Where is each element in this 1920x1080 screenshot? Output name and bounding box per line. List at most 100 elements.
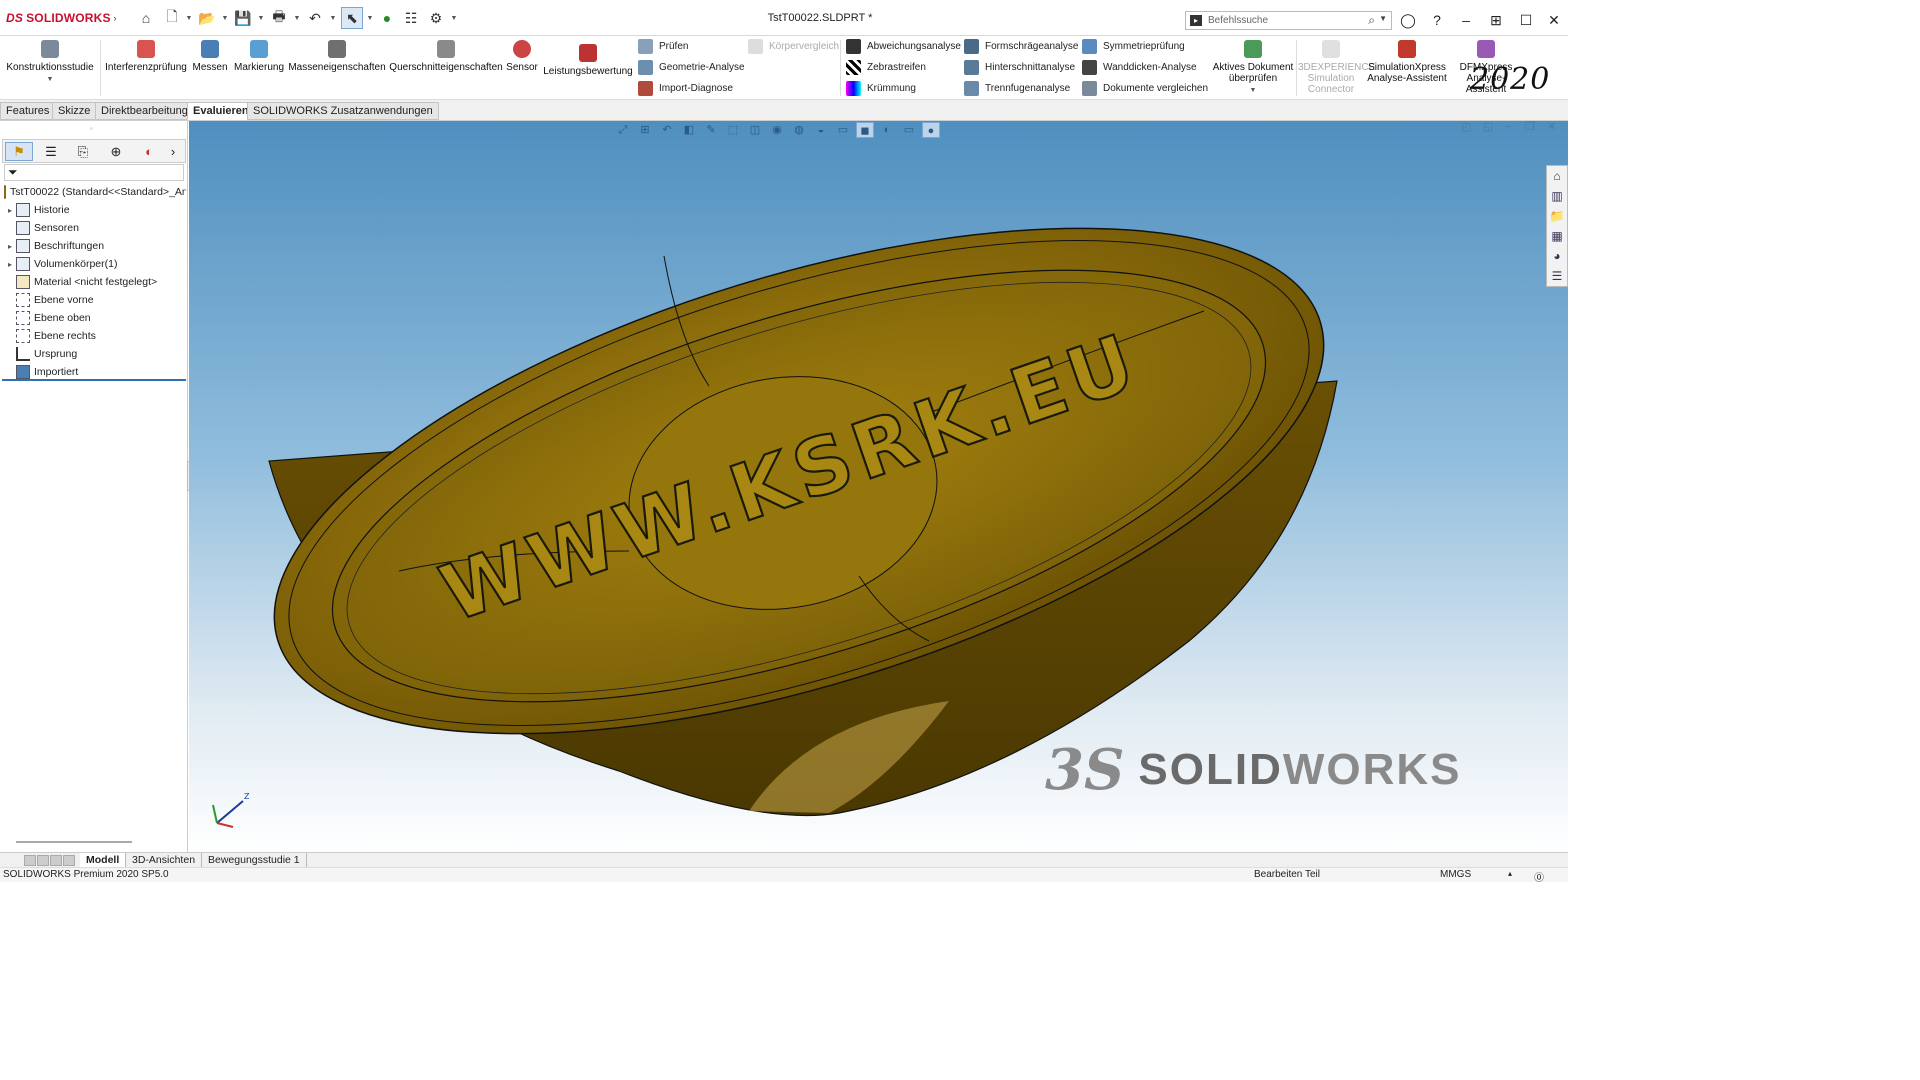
undercut-analysis-button[interactable]: Hinterschnittanalyse [964,58,1075,76]
dropdown-arrow-icon[interactable]: ▴ [1508,869,1512,878]
next-tab-arrow-icon[interactable] [50,855,62,866]
user-account-icon[interactable]: ◯ [1398,10,1418,30]
horizontal-scrollbar[interactable] [16,841,132,843]
open-folder-icon[interactable]: 📂 [198,9,216,27]
tile-windows-icon[interactable]: ⊞ [1486,10,1506,30]
tree-root-part[interactable]: TstT00022 (Standard<<Standard>_An [4,183,186,201]
tab-features[interactable]: Features [0,102,56,120]
interference-check-button[interactable]: Interferenzprüfung [104,40,188,73]
print-icon[interactable]: 🖶 [270,8,288,27]
dropdown-arrow-icon[interactable]: ▼ [329,9,337,27]
check-active-document-button[interactable]: Aktives Dokument überprüfen ▼ [1210,40,1296,96]
chevron-right-icon[interactable]: › [106,9,124,27]
dropdown-arrow-icon[interactable]: ▼ [293,9,301,27]
rollback-bar[interactable] [2,379,186,381]
dropdown-arrow-icon[interactable]: ▼ [221,9,229,27]
tab-3d-views[interactable]: 3D-Ansichten [126,853,203,868]
file-properties-icon[interactable]: ☷ [402,9,420,27]
chevron-right-icon[interactable]: › [163,142,183,161]
compare-documents-button[interactable]: Dokumente vergleichen [1082,79,1208,97]
tree-item-front-plane[interactable]: Ebene vorne [4,291,186,309]
new-document-icon[interactable]: 🗋 [163,8,181,27]
thickness-analysis-button[interactable]: Wanddicken-Analyse [1082,58,1197,76]
tree-item-top-plane[interactable]: Ebene oben [4,309,186,327]
markup-button[interactable]: Markierung [232,40,286,73]
simulationxpress-button[interactable]: SimulationXpress Analyse-Assistent [1366,40,1448,84]
dropdown-arrow-icon[interactable]: ▼ [450,9,458,27]
units-selector[interactable]: MMGS [1440,869,1471,880]
dropdown-arrow-icon[interactable]: ▼ [1379,14,1387,23]
maximize-icon[interactable]: ☐ [1516,10,1536,30]
undo-icon[interactable]: ↶ [306,9,324,27]
sensor-button[interactable]: Sensor [504,40,540,73]
plane-icon [16,329,30,343]
tree-item-history[interactable]: ▸ Historie [4,201,186,219]
version-year: 2020 [1470,62,1551,97]
tree-item-sensors[interactable]: Sensoren [4,219,186,237]
tab-direct-editing[interactable]: Direktbearbeitung [95,102,194,120]
tab-addins[interactable]: SOLIDWORKS Zusatzanwendungen [247,102,439,120]
design-study-button[interactable]: Konstruktionsstudie ▼ [4,40,96,85]
dropdown-arrow-icon[interactable]: ▼ [185,9,193,27]
save-icon[interactable]: 💾 [234,9,252,27]
graphics-area[interactable]: ⤢ ⊞ ↶ ◧ ✎ ⬚ ◫ ◉ ◍ ◒ ▭ ◼ ◐ ▭ ● ◰ ◱ – ❐ ✕ [189,121,1568,852]
options-gear-icon[interactable]: ⚙ [427,9,445,27]
property-manager-icon[interactable]: ☰ [37,142,65,161]
select-cursor-icon[interactable]: ⬉ [341,7,363,29]
expand-arrow-icon[interactable]: ▸ [4,260,16,269]
quick-tips-icon[interactable]: ⓪ [1534,869,1544,884]
home-icon[interactable]: ⌂ [137,9,155,27]
tab-model[interactable]: Modell [80,853,127,868]
dropdown-arrow-icon[interactable]: ▼ [366,9,374,27]
configuration-manager-icon[interactable]: ⎘ [69,142,97,161]
file-explorer-icon[interactable]: 📁 [1547,206,1567,226]
curvature-button[interactable]: Krümmung [846,79,916,97]
section-properties-button[interactable]: Querschnitteigenschaften [388,40,504,73]
check-button[interactable]: Prüfen [638,37,688,55]
command-search-input[interactable]: ▸ Befehlssuche ⌕ ▼ [1185,11,1392,30]
rebuild-traffic-light-icon[interactable]: ● [378,9,396,27]
tree-item-annotations[interactable]: ▸ Beschriftungen [4,237,186,255]
feature-manager-panel: ◦ ⚑ ☰ ⎘ ⊕ ◐ › ⏷ TstT00022 (Standard<<Sta… [0,121,195,852]
solidworks-watermark-logo: 3S SOLIDWORKS [1045,737,1462,803]
design-library-icon[interactable]: ▥ [1547,186,1567,206]
search-icon[interactable]: ⌕ [1368,13,1375,28]
measure-button[interactable]: Messen [190,40,230,73]
minimize-icon[interactable]: – [1456,10,1476,30]
expand-arrow-icon[interactable]: ▸ [4,206,16,215]
performance-evaluation-button[interactable]: Leistungsbewertung [542,44,634,77]
filter-field[interactable]: ⏷ [4,164,184,181]
view-palette-icon[interactable]: ▦ [1547,226,1567,246]
tree-item-right-plane[interactable]: Ebene rechts [4,327,186,345]
panel-grip-icon[interactable]: ◦ [90,124,93,133]
deviation-analysis-button[interactable]: Abweichungsanalyse [846,37,961,55]
prev-tab-arrow-icon[interactable] [37,855,49,866]
zebra-stripes-button[interactable]: Zebrastreifen [846,58,926,76]
tree-item-solid-bodies[interactable]: ▸ Volumenkörper(1) [4,255,186,273]
tab-motion-study[interactable]: Bewegungsstudie 1 [202,853,307,868]
last-tab-arrow-icon[interactable] [63,855,75,866]
parting-line-analysis-button[interactable]: Trennfugenanalyse [964,79,1070,97]
appearances-icon[interactable]: ◕ [1547,246,1567,266]
custom-properties-icon[interactable]: ☰ [1547,266,1567,286]
import-diagnostics-button[interactable]: Import-Diagnose [638,79,733,97]
first-tab-arrow-icon[interactable] [24,855,36,866]
display-manager-icon[interactable]: ◐ [135,142,163,161]
close-icon[interactable]: ✕ [1544,10,1564,30]
solidworks-resources-icon[interactable]: ⌂ [1547,166,1567,186]
compare-bodies-button[interactable]: Körpervergleich [748,37,839,55]
simulation-connector-button[interactable]: 3DEXPERIENCE Simulation Connector [1298,40,1375,95]
tab-sketch[interactable]: Skizze [52,102,97,120]
tab-evaluate[interactable]: Evaluieren [187,102,255,120]
dimxpert-icon[interactable]: ⊕ [102,142,130,161]
symmetry-check-button[interactable]: Symmetrieprüfung [1082,37,1185,55]
tree-item-origin[interactable]: Ursprung [4,345,186,363]
expand-arrow-icon[interactable]: ▸ [4,242,16,251]
feature-manager-icon[interactable]: ⚑ [5,142,33,161]
mass-properties-button[interactable]: Masseneigenschaften [288,40,386,73]
tree-item-material[interactable]: Material <nicht festgelegt> [4,273,186,291]
help-icon[interactable]: ? [1427,10,1447,30]
dropdown-arrow-icon[interactable]: ▼ [257,9,265,27]
geometry-analysis-button[interactable]: Geometrie-Analyse [638,58,745,76]
draft-analysis-button[interactable]: Formschrägeanalyse [964,37,1078,55]
